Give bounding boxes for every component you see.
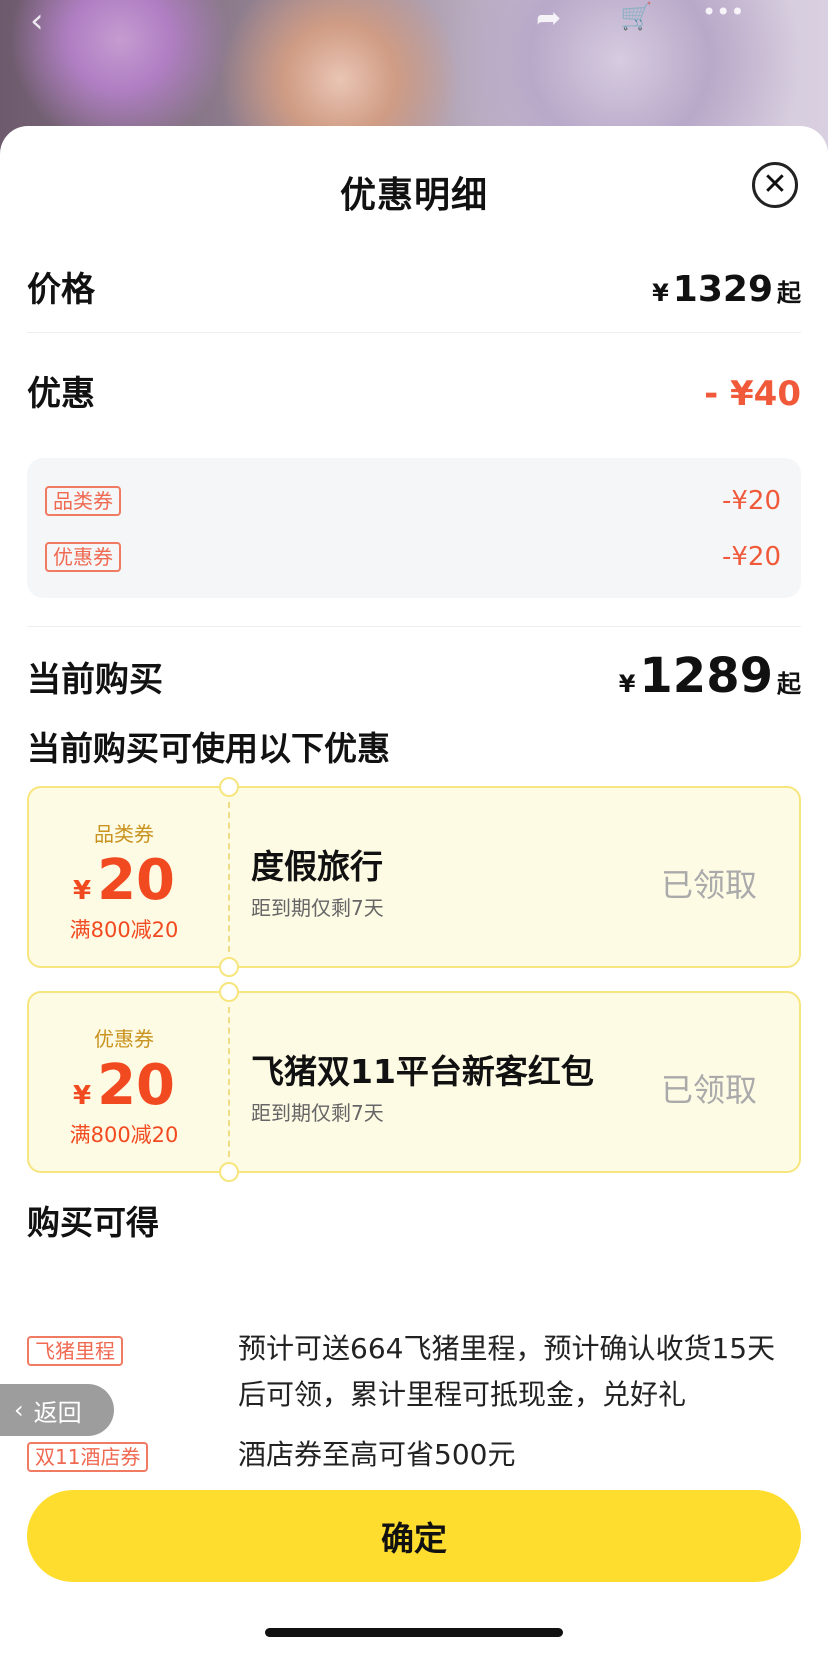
category-coupon-amount: -¥20 (721, 486, 781, 516)
home-indicator (265, 1628, 563, 1637)
price-row: 价格 ¥ 1329 起 (27, 262, 801, 311)
coupon-value: 20 (97, 1053, 176, 1118)
price-suffix: 起 (777, 279, 801, 307)
coupon-name: 飞猪双11平台新客红包 (251, 1052, 594, 1091)
price-currency: ¥ (652, 279, 669, 307)
coupon-amount: ¥20 (29, 1053, 219, 1118)
chevron-left-icon[interactable]: ‹ (30, 4, 44, 38)
current-purchase-label: 当前购买 (27, 659, 163, 700)
close-icon: ✕ (762, 167, 788, 202)
discount-breakdown: 品类券 -¥20 优惠券 -¥20 (27, 458, 801, 598)
mileage-line-1: 预计可送664飞猪里程，预计确认收货15天 (238, 1332, 776, 1365)
coupon-name: 度假旅行 (251, 847, 383, 886)
divider (27, 626, 801, 627)
coupon-divider (228, 802, 230, 952)
discount-row: 优惠 - ¥40 (27, 366, 801, 415)
coupon-status[interactable]: 已领取 (661, 860, 757, 906)
coupon-currency: ¥ (72, 1081, 92, 1111)
confirm-button[interactable]: 确定 (27, 1490, 801, 1582)
current-price: ¥ 1289 起 (619, 648, 801, 704)
coupon-expiry: 距到期仅剩7天 (251, 1101, 384, 1125)
share-icon[interactable]: ➦ (536, 4, 561, 34)
discount-coupon-amount: -¥20 (721, 542, 781, 572)
coupon-card[interactable]: 优惠券 ¥20 满800减20 飞猪双11平台新客红包 距到期仅剩7天 已领取 (27, 982, 801, 1182)
back-button[interactable]: ‹ 返回 (0, 1384, 114, 1436)
discount-total: - ¥40 (704, 374, 801, 414)
coupon-notch (219, 777, 239, 797)
coupon-type: 优惠券 (94, 1027, 154, 1051)
more-icon[interactable]: ••• (702, 0, 744, 24)
chevron-left-icon: ‹ (14, 1396, 24, 1424)
cart-icon[interactable]: 🛒 (620, 4, 652, 30)
available-coupons-title: 当前购买可使用以下优惠 (27, 729, 390, 768)
coupon-type: 品类券 (94, 822, 154, 846)
price-amount: 1329 (672, 269, 773, 310)
close-button[interactable]: ✕ (752, 162, 798, 208)
coupon-notch (219, 957, 239, 977)
discount-detail-sheet: 优惠明细 ✕ 价格 ¥ 1329 起 优惠 - ¥40 品类券 -¥20 优惠券… (0, 126, 828, 1653)
discount-coupon-tag: 优惠券 (45, 542, 121, 572)
back-label: 返回 (33, 1398, 82, 1427)
coupon-status[interactable]: 已领取 (661, 1065, 757, 1111)
price-value: ¥ 1329 起 (652, 269, 801, 310)
coupon-condition: 满800减20 (69, 918, 179, 942)
mileage-tag: 飞猪里程 (27, 1336, 123, 1366)
purchase-gains-title: 购买可得 (27, 1203, 159, 1242)
coupon-value: 20 (97, 848, 176, 913)
hotel-coupon-line: 酒店券至高可省500元 (238, 1438, 516, 1471)
hotel-coupon-description: 酒店券至高可省500元 (238, 1432, 798, 1478)
coupon-card[interactable]: 品类券 ¥20 满800减20 度假旅行 距到期仅剩7天 已领取 (27, 777, 801, 977)
current-currency: ¥ (618, 670, 636, 698)
coupon-divider (228, 1007, 230, 1157)
hotel-coupon-tag: 双11酒店券 (27, 1442, 149, 1472)
price-label: 价格 (27, 270, 95, 310)
current-suffix: 起 (777, 670, 801, 698)
divider (27, 332, 801, 333)
current-amount: 1289 (639, 648, 773, 704)
coupon-expiry: 距到期仅剩7天 (251, 896, 384, 920)
mileage-description: 预计可送664飞猪里程，预计确认收货15天 后可领，累计里程可抵现金，兑好礼 (238, 1326, 798, 1418)
coupon-condition: 满800减20 (69, 1123, 179, 1147)
discount-label: 优惠 (27, 374, 95, 414)
coupon-currency: ¥ (72, 876, 92, 906)
coupon-amount: ¥20 (29, 848, 219, 913)
sheet-title: 优惠明细 (339, 175, 488, 216)
coupon-notch (219, 982, 239, 1002)
current-purchase-row: 当前购买 ¥ 1289 起 (27, 648, 801, 704)
coupon-notch (219, 1162, 239, 1182)
category-coupon-tag: 品类券 (45, 486, 121, 516)
mileage-line-2: 后可领，累计里程可抵现金，兑好礼 (238, 1378, 687, 1411)
